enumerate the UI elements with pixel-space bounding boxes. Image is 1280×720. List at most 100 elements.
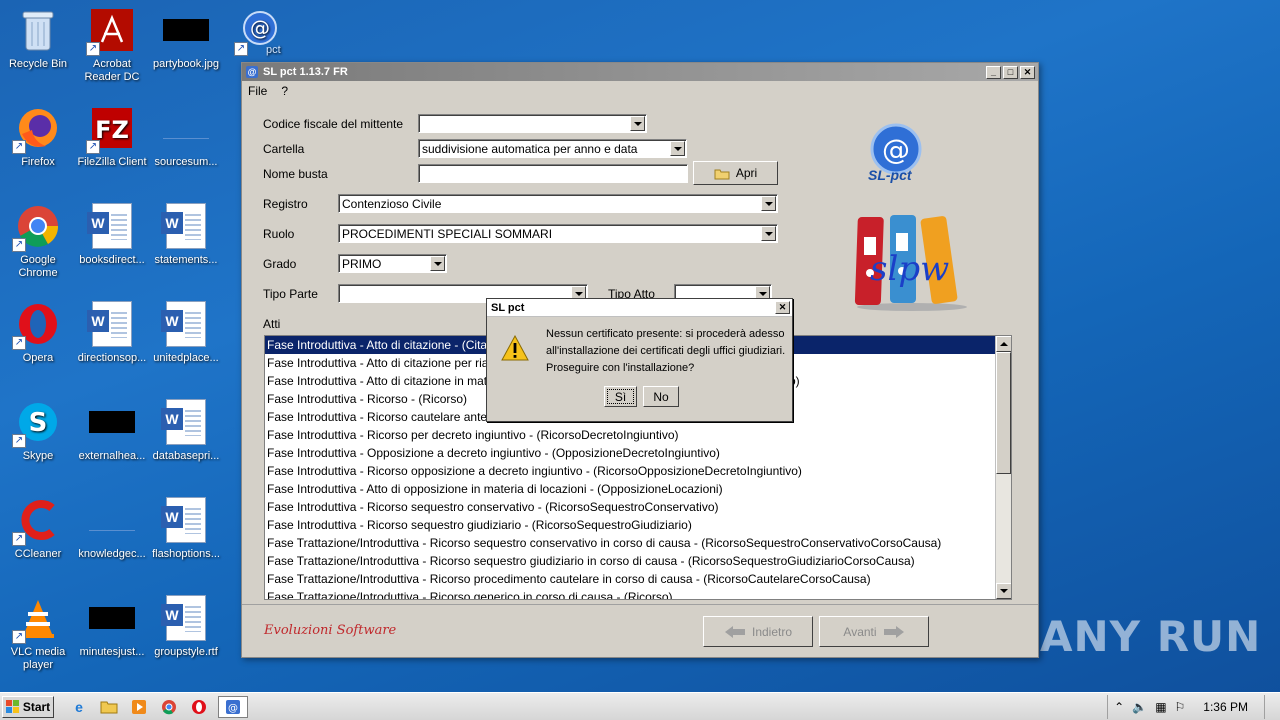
start-button[interactable]: Start — [2, 695, 54, 718]
filezilla-icon: FZ ↗ — [86, 104, 136, 154]
list-item[interactable]: Fase Introduttiva - Ricorso sequestro co… — [265, 498, 1011, 516]
desktop-icon-booksdirect[interactable]: booksdirect... — [74, 202, 150, 267]
no-button[interactable]: No — [643, 386, 679, 407]
word-document-icon — [87, 300, 136, 348]
arrow-right-icon — [883, 625, 904, 638]
desktop-icon-label: externalhea... — [78, 450, 146, 462]
media-player-icon[interactable] — [128, 696, 150, 718]
menu-help[interactable]: ? — [281, 84, 288, 98]
desktop-icon-flashoptions[interactable]: flashoptions... — [148, 496, 224, 561]
recycle-bin-icon — [14, 6, 62, 54]
maximize-button[interactable]: □ — [1003, 65, 1018, 79]
list-item[interactable]: Fase Trattazione/Introduttiva - Ricorso … — [265, 588, 1011, 599]
word-document-icon — [161, 594, 210, 642]
chevron-down-icon[interactable] — [761, 226, 776, 241]
dialog-titlebar[interactable]: SL pct ✕ — [487, 299, 792, 317]
desktop-icon-filezilla[interactable]: FZ ↗ FileZilla Client — [74, 104, 150, 169]
opera-taskbar-icon[interactable] — [188, 696, 210, 718]
desktop-icon-firefox[interactable]: ↗ Firefox — [0, 104, 76, 169]
desktop-icon-acrobat[interactable]: ↗ Acrobat Reader DC — [74, 6, 150, 84]
desktop-icon-minutesjust[interactable]: minutesjust... — [74, 594, 150, 659]
yes-button[interactable]: Sì — [604, 386, 637, 407]
firefox-icon: ↗ — [12, 104, 62, 154]
list-item[interactable]: Fase Introduttiva - Opposizione a decret… — [265, 444, 1011, 462]
list-item[interactable]: Fase Trattazione/Introduttiva - Ricorso … — [265, 570, 1011, 588]
avanti-button[interactable]: Avanti — [819, 616, 929, 647]
indietro-label: Indietro — [751, 624, 793, 639]
desktop-icon-skype[interactable]: S ↗ Skype — [0, 398, 76, 463]
chrome-icon: ↗ — [12, 202, 62, 252]
desktop-icon-unitedplace[interactable]: unitedplace... — [148, 300, 224, 365]
desktop-icon-externalhea[interactable]: externalhea... — [74, 398, 150, 463]
list-item[interactable]: Fase Introduttiva - Ricorso opposizione … — [265, 462, 1011, 480]
desktop-icon-recycle-bin[interactable]: Recycle Bin — [0, 6, 76, 71]
grado-combo[interactable]: PRIMO — [338, 254, 447, 273]
list-item[interactable]: Fase Trattazione/Introduttiva - Ricorso … — [265, 534, 1011, 552]
list-item[interactable]: Fase Introduttiva - Atto di opposizione … — [265, 480, 1011, 498]
volume-icon[interactable]: 🔈 — [1132, 700, 1147, 714]
minimize-button[interactable]: _ — [986, 65, 1001, 79]
chevron-down-icon — [1000, 589, 1008, 593]
apri-button[interactable]: Apri — [693, 161, 778, 185]
dialog-message-line: Proseguire con l'installazione? — [546, 362, 695, 374]
chrome-taskbar-icon[interactable] — [158, 696, 180, 718]
show-desktop-button[interactable] — [1264, 694, 1274, 719]
desktop-icon-opera[interactable]: ↗ Opera — [0, 300, 76, 365]
start-label: Start — [22, 699, 51, 714]
folder-icon[interactable] — [98, 696, 120, 718]
cartella-label: Cartella — [263, 142, 305, 156]
window-titlebar[interactable]: @ SL pct 1.13.7 FR _ □ ✕ — [242, 63, 1038, 81]
desktop-icon-label: unitedplace... — [153, 352, 219, 364]
close-button[interactable]: ✕ — [1020, 65, 1035, 79]
menu-file[interactable]: File — [248, 84, 267, 98]
scroll-thumb[interactable] — [996, 352, 1011, 474]
scroll-up-button[interactable] — [996, 336, 1011, 352]
atti-label: Atti — [263, 317, 281, 331]
slpw-logo-text: slpw — [870, 249, 950, 289]
desktop-icon-ccleaner[interactable]: ↗ CCleaner — [0, 496, 76, 561]
shortcut-arrow-icon: ↗ — [12, 140, 26, 154]
ie-icon[interactable]: e — [68, 696, 90, 718]
chevron-down-icon[interactable] — [670, 141, 685, 156]
desktop-icon-statements[interactable]: statements... — [148, 202, 224, 267]
desktop-icon-partybook[interactable]: partybook.jpg — [148, 6, 224, 71]
desktop-icon-sourcesum[interactable]: sourcesum... — [148, 104, 224, 169]
cartella-combo[interactable]: suddivisione automatica per anno e data — [418, 139, 687, 158]
desktop-icon-label: databasepri... — [152, 450, 220, 462]
word-document-icon — [161, 496, 210, 544]
slpw-logo: slpw — [854, 213, 974, 313]
list-item[interactable]: Fase Introduttiva - Ricorso sequestro gi… — [265, 516, 1011, 534]
ruolo-combo[interactable]: PROCEDIMENTI SPECIALI SOMMARI — [338, 224, 778, 243]
desktop-icon-pct[interactable]: @ ↗ pct — [222, 6, 298, 58]
desktop-icon-label: CCleaner — [14, 548, 62, 560]
desktop-icon-vlc[interactable]: ↗ VLC media player — [0, 594, 76, 672]
chevron-down-icon[interactable] — [430, 256, 445, 271]
dialog-close-button[interactable]: ✕ — [775, 301, 790, 314]
list-item[interactable]: Fase Trattazione/Introduttiva - Ricorso … — [265, 552, 1011, 570]
desktop-icon-directionsop[interactable]: directionsop... — [74, 300, 150, 365]
list-item[interactable]: Fase Introduttiva - Ricorso per decreto … — [265, 426, 1011, 444]
chevron-down-icon[interactable] — [761, 196, 776, 211]
word-document-icon — [87, 202, 136, 250]
desktop-icon-databasepri[interactable]: databasepri... — [148, 398, 224, 463]
indietro-button[interactable]: Indietro — [703, 616, 813, 647]
desktop-icon-groupstyle[interactable]: groupstyle.rtf — [148, 594, 224, 659]
brand-text: Evoluzioni Software — [264, 623, 397, 638]
chevron-down-icon[interactable] — [630, 116, 645, 131]
network-icon[interactable]: ▦ — [1155, 700, 1166, 714]
desktop-icon-chrome[interactable]: ↗ Google Chrome — [0, 202, 76, 280]
clock[interactable]: 1:36 PM — [1203, 700, 1248, 714]
svg-text:@: @ — [228, 703, 238, 714]
vertical-scrollbar[interactable] — [995, 336, 1011, 599]
flag-icon[interactable]: ⚐ — [1175, 700, 1186, 714]
window-title: SL pct 1.13.7 FR — [263, 66, 348, 78]
desktop-icon-label: Firefox — [21, 156, 55, 168]
nome-busta-input[interactable] — [418, 164, 688, 183]
chevron-up-icon[interactable]: ⌃ — [1114, 700, 1124, 714]
registro-combo[interactable]: Contenzioso Civile — [338, 194, 778, 213]
desktop-icon-knowledgec[interactable]: knowledgec... — [74, 496, 150, 561]
scroll-down-button[interactable] — [996, 583, 1011, 599]
codice-fiscale-combo[interactable] — [418, 114, 647, 133]
sl-pct-taskbar-icon[interactable]: @ — [218, 695, 248, 718]
desktop-icon-label: Opera — [22, 352, 54, 364]
